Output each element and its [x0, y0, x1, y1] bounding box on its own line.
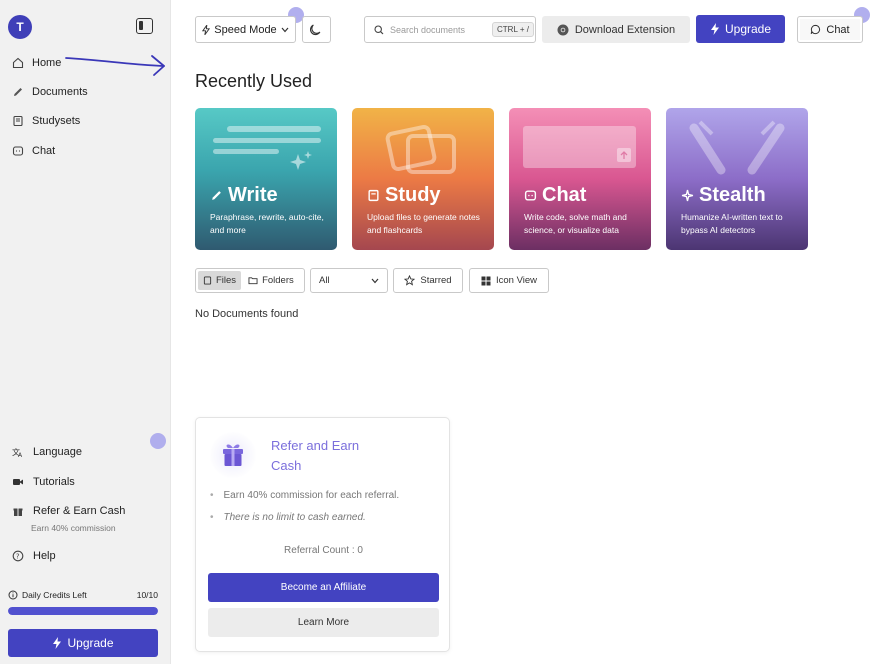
- avatar[interactable]: T: [8, 15, 32, 39]
- refer-bullet: • Earn 40% commission for each referral.: [210, 490, 400, 501]
- lightning-icon: [710, 23, 719, 35]
- card-description: Upload files to generate notes and flash…: [367, 212, 480, 235]
- download-extension-button[interactable]: Download Extension: [542, 16, 690, 43]
- chat-bubble-icon: [811, 24, 821, 35]
- file-icon: [203, 276, 212, 285]
- sidebar-item-label: Documents: [32, 86, 88, 98]
- chevron-down-icon: [281, 27, 289, 32]
- card-write[interactable]: Write Paraphrase, rewrite, auto-cite, an…: [195, 108, 337, 250]
- sidebar-item-documents[interactable]: Documents: [12, 86, 88, 98]
- pencil-icon: [212, 191, 221, 200]
- search-input[interactable]: [390, 24, 486, 35]
- card-title: Write: [228, 184, 278, 206]
- annotation-arrow: [65, 55, 165, 76]
- pencil-icon: [14, 88, 22, 96]
- speed-mode-dropdown[interactable]: Speed Mode: [195, 16, 296, 43]
- sidebar-item-chat[interactable]: Chat: [12, 145, 55, 157]
- sidebar-item-help[interactable]: ? Help: [12, 550, 56, 562]
- card-chat[interactable]: Chat Write code, solve math and science,…: [509, 108, 651, 250]
- home-icon: [12, 57, 24, 69]
- sidebar-item-home[interactable]: Home: [12, 57, 61, 69]
- chat-illustration: [523, 126, 636, 168]
- search-box[interactable]: CTRL + /: [364, 16, 536, 43]
- stealth-illustration: [689, 120, 785, 175]
- tour-marker: [150, 433, 166, 449]
- refer-earn-card: Refer and Earn Cash • Earn 40% commission…: [195, 417, 450, 652]
- sidebar-collapse-icon[interactable]: [136, 18, 153, 34]
- refer-bullet: • There is no limit to cash earned.: [210, 512, 366, 523]
- grid-icon: [481, 276, 491, 285]
- filter-select[interactable]: All: [310, 268, 388, 293]
- tab-folders[interactable]: Folders: [243, 271, 299, 290]
- sidebar-upgrade-button[interactable]: Upgrade: [8, 629, 158, 657]
- sidebar-item-label: Refer & Earn Cash: [33, 505, 126, 517]
- book-icon: [368, 189, 379, 202]
- icon-view-button[interactable]: Icon View: [469, 268, 549, 293]
- credits-progress-fill: [8, 607, 158, 615]
- card-study[interactable]: Study Upload files to generate notes and…: [352, 108, 494, 250]
- empty-state-text: No Documents found: [195, 308, 299, 320]
- credits-label: Daily Credits Left: [22, 590, 87, 600]
- gift-icon: [210, 432, 256, 478]
- folder-icon: [248, 277, 258, 285]
- dark-mode-toggle[interactable]: [302, 16, 331, 43]
- sidebar-item-label: Tutorials: [33, 476, 75, 488]
- sidebar-item-studysets[interactable]: Studysets: [12, 115, 80, 127]
- translate-icon: 文A: [12, 447, 23, 458]
- sidebar: T Home Documents Studysets Chat 文A Langu…: [0, 0, 171, 664]
- sidebar-item-tutorials[interactable]: Tutorials: [12, 476, 75, 488]
- book-icon: [13, 115, 23, 127]
- star-icon: [404, 275, 416, 286]
- card-description: Humanize AI-written text to bypass AI de…: [681, 212, 783, 235]
- lightning-icon: [202, 24, 211, 35]
- sidebar-item-label: Language: [33, 446, 82, 458]
- refer-title: Refer and Earn Cash: [271, 438, 360, 473]
- become-affiliate-button[interactable]: Become an Affiliate: [208, 573, 439, 602]
- card-title: Stealth: [699, 184, 766, 206]
- info-icon: [8, 590, 18, 600]
- learn-more-button[interactable]: Learn More: [208, 608, 439, 637]
- upgrade-button[interactable]: Upgrade: [696, 15, 785, 43]
- card-stealth[interactable]: Stealth Humanize AI-written text to bypa…: [666, 108, 808, 250]
- credits-row: Daily Credits Left 10/10: [8, 590, 158, 600]
- gift-icon: [13, 508, 23, 516]
- credits-value: 10/10: [136, 590, 158, 600]
- refer-subtext: Earn 40% commission: [31, 523, 116, 533]
- moon-icon: [310, 24, 321, 36]
- study-illustration: [385, 124, 456, 174]
- svg-text:A: A: [18, 452, 23, 458]
- chat-icon: [12, 146, 24, 156]
- sidebar-item-refer[interactable]: Refer & Earn Cash: [12, 505, 125, 517]
- video-icon: [13, 479, 23, 485]
- sidebar-item-label: Studysets: [32, 115, 81, 127]
- sidebar-item-label: Help: [33, 550, 56, 562]
- credits-progress-bar: [8, 607, 158, 615]
- referral-count: Referral Count : 0: [284, 545, 363, 556]
- sidebar-item-label: Home: [32, 57, 62, 69]
- card-title: Study: [385, 184, 441, 206]
- view-toggle: Files Folders: [195, 268, 305, 293]
- help-icon: ?: [12, 550, 24, 562]
- card-description: Write code, solve math and science, or v…: [524, 212, 627, 235]
- shortcut-badge: CTRL + /: [492, 22, 534, 37]
- lightning-icon: [53, 637, 62, 649]
- card-title: Chat: [542, 184, 587, 206]
- tab-files[interactable]: Files: [198, 271, 242, 290]
- card-description: Paraphrase, rewrite, auto-cite, and more: [210, 212, 324, 235]
- sparkle-icon: [681, 189, 694, 202]
- sidebar-item-language[interactable]: 文A Language: [12, 446, 82, 458]
- chrome-icon: [557, 24, 569, 35]
- chevron-down-icon: [371, 278, 379, 283]
- chat-button[interactable]: Chat: [797, 16, 863, 43]
- chat-icon: [524, 190, 537, 201]
- write-illustration: [213, 126, 321, 170]
- svg-text:?: ?: [16, 553, 20, 561]
- starred-button[interactable]: Starred: [393, 268, 463, 293]
- page-title: Recently Used: [195, 71, 313, 91]
- search-icon: [374, 24, 384, 34]
- sidebar-item-label: Chat: [32, 145, 56, 157]
